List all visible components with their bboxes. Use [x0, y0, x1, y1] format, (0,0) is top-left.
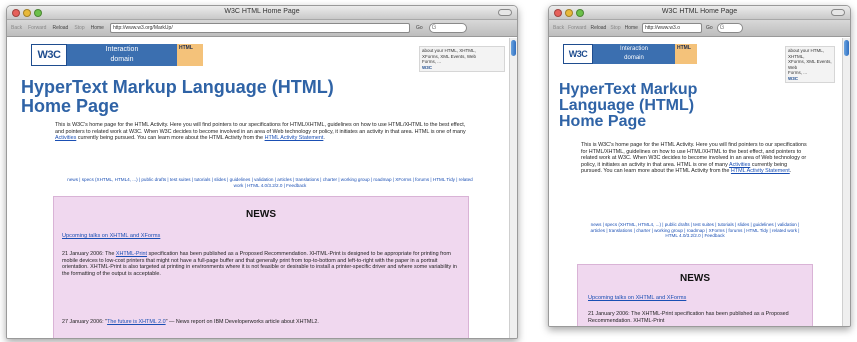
html-tag: HTML — [177, 44, 203, 66]
stop-button[interactable]: Stop — [610, 25, 620, 31]
news-box: NEWS Upcoming talks on XHTML and XForms … — [577, 264, 813, 326]
browser-window-narrow: W3C HTML Home Page Back Forward Reload S… — [548, 5, 851, 327]
news-item-2-date: 27 January 2006: " — [62, 319, 108, 325]
go-button[interactable]: Go — [706, 25, 713, 31]
intro-text-3: . — [789, 168, 792, 175]
interaction-label: Interaction — [105, 46, 139, 53]
news-item-1-excerpt: 21 January 2006: The XHTML-Print specifi… — [588, 311, 789, 324]
intro-text-2: currently being pursued. You can learn m… — [76, 135, 265, 142]
page-title-line-1: HyperText Markup Language (HTML) — [21, 77, 334, 97]
page-title-line-3: Home Page — [559, 113, 647, 130]
upcoming-talks-link[interactable]: Upcoming talks on XHTML and XForms — [588, 295, 686, 301]
news-item-1-date: 21 January 2006: The — [62, 251, 116, 257]
page-title-line-2: Language (HTML) — [559, 97, 695, 114]
domain-label: domain — [624, 55, 644, 61]
search-field[interactable]: G — [716, 23, 743, 33]
interaction-label: Interaction — [619, 46, 649, 52]
w3c-logo[interactable]: W3C — [563, 44, 593, 64]
window-title: W3C HTML Home Page — [661, 8, 738, 15]
home-button[interactable]: Home — [91, 25, 104, 31]
vertical-scrollbar[interactable] — [509, 38, 517, 338]
scrollbar-thumb[interactable] — [511, 40, 516, 56]
xhtml-print-link[interactable]: XHTML-Print — [116, 251, 147, 257]
w3c-logo[interactable]: W3C — [31, 44, 67, 66]
page-title: HyperText Markup Language (HTML) Home Pa… — [21, 78, 334, 116]
about-box: about your HTML, XHTML, XForms, XML Even… — [419, 46, 505, 72]
domain-label: domain — [110, 56, 134, 63]
about-line-2: XForms, XML Events, Web — [788, 59, 832, 70]
section-nav-links[interactable]: news | specs (XHTML, HTML4, ...) | publi… — [65, 177, 475, 188]
news-heading: NEWS — [246, 209, 276, 220]
news-box: NEWS Upcoming talks on XHTML and XForms … — [53, 196, 469, 338]
activities-link[interactable]: Activities — [55, 135, 76, 141]
reload-button[interactable]: Reload — [590, 25, 606, 31]
window-title: W3C HTML Home Page — [224, 8, 300, 15]
news-item-2-text: " — News report on IBM Developerworks ar… — [165, 319, 319, 325]
html-tag: HTML — [675, 44, 697, 64]
toolbar-toggle-button[interactable] — [831, 9, 845, 16]
address-field[interactable]: http://www.w3.o — [641, 23, 702, 33]
interaction-domain-banner[interactable]: Interaction domain — [67, 44, 177, 66]
reload-button[interactable]: Reload — [52, 25, 68, 31]
interaction-domain-banner[interactable]: Interaction domain — [593, 44, 675, 64]
page-title: HyperText Markup Language (HTML) Home Pa… — [559, 82, 697, 130]
activities-link[interactable]: Activities — [729, 162, 750, 168]
w3c-badge[interactable]: W3C — [422, 65, 502, 71]
page-title-line-1: HyperText Markup — [559, 81, 698, 98]
activity-statement-link[interactable]: HTML Activity Statement — [731, 168, 790, 174]
navigation-toolbar: Back Forward Reload Stop Home http://www… — [7, 20, 517, 37]
page-title-line-2: Home Page — [21, 96, 120, 116]
navigation-toolbar: Back Forward Reload Stop Home http://www… — [549, 20, 850, 37]
back-button[interactable]: Back — [11, 25, 22, 31]
about-box: about your HTML, XHTML, XForms, XML Even… — [785, 46, 835, 83]
vertical-scrollbar[interactable] — [842, 38, 850, 326]
page-viewport: W3C Interaction domain HTML about your H… — [7, 38, 509, 338]
activity-statement-link[interactable]: HTML Activity Statement — [265, 135, 324, 141]
address-field[interactable]: http://www.w3.org/MarkUp/ — [109, 23, 410, 33]
upcoming-talks-link[interactable]: Upcoming talks on XHTML and XForms — [62, 233, 160, 239]
news-item-1: 21 January 2006: The XHTML-Print specifi… — [62, 251, 462, 277]
section-nav-links[interactable]: news | specs (XHTML, HTML4, ...) | publi… — [585, 222, 805, 239]
toolbar-toggle-button[interactable] — [498, 9, 512, 16]
stop-button[interactable]: Stop — [74, 25, 84, 31]
intro-text-1: This is W3C's home page for the HTML Act… — [55, 122, 466, 135]
news-heading: NEWS — [680, 273, 710, 284]
scrollbar-thumb[interactable] — [844, 40, 849, 56]
title-bar[interactable]: W3C HTML Home Page — [7, 6, 517, 20]
page-viewport: W3C Interaction domain HTML about your H… — [549, 38, 842, 326]
future-xhtml2-link[interactable]: The future is XHTML 2.0 — [107, 319, 166, 325]
go-button[interactable]: Go — [416, 25, 423, 31]
w3c-badge[interactable]: W3C — [788, 76, 832, 82]
intro-text-3: . — [323, 135, 325, 142]
forward-button[interactable]: Forward — [568, 25, 586, 31]
search-field[interactable]: G — [428, 23, 467, 33]
back-button[interactable]: Back — [553, 25, 564, 31]
about-line-1: about your HTML, XHTML, — [788, 48, 825, 59]
news-item-2: 27 January 2006: "The future is XHTML 2.… — [62, 319, 462, 326]
browser-window-wide: W3C HTML Home Page Back Forward Reload S… — [6, 5, 518, 339]
title-bar[interactable]: W3C HTML Home Page — [549, 6, 850, 20]
intro-paragraph: This is W3C's home page for the HTML Act… — [55, 122, 470, 142]
home-button[interactable]: Home — [625, 25, 638, 31]
w3c-banner: W3C Interaction domain HTML — [31, 44, 203, 66]
w3c-banner: W3C Interaction domain HTML — [563, 44, 697, 64]
forward-button[interactable]: Forward — [28, 25, 46, 31]
intro-paragraph: This is W3C's home page for the HTML Act… — [581, 142, 809, 175]
